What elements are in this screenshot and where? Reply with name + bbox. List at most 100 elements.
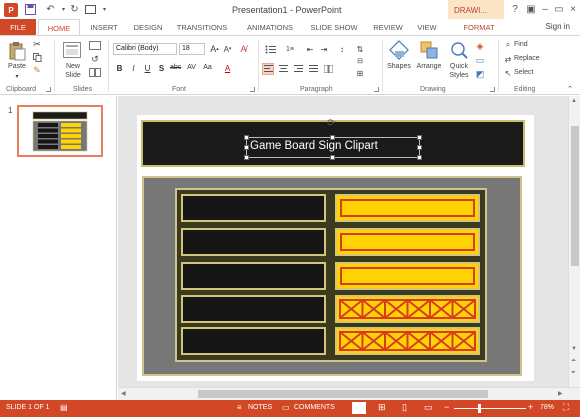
paragraph-launcher-icon[interactable] <box>374 87 379 92</box>
replace-button[interactable]: Replace <box>514 55 540 62</box>
tab-insert[interactable]: INSERT <box>84 19 124 36</box>
slide-sorter-icon[interactable]: ⊞ <box>378 402 386 413</box>
text-shadow-icon[interactable]: S <box>156 64 167 73</box>
close-button[interactable]: × <box>566 3 580 17</box>
cut-icon[interactable]: ✂ <box>32 39 42 49</box>
tab-home[interactable]: HOME <box>38 19 80 36</box>
zoom-out-icon[interactable]: − <box>444 402 449 412</box>
drawing-launcher-icon[interactable] <box>490 87 495 92</box>
scroll-down-icon[interactable]: ▼ <box>571 346 577 352</box>
comments-icon[interactable]: ▭ <box>282 403 290 412</box>
reset-icon[interactable]: ↺ <box>88 54 102 64</box>
sign-in-link[interactable]: Sign in <box>546 22 570 31</box>
character-spacing-icon[interactable]: AV <box>186 64 197 71</box>
increase-indent-icon[interactable]: ⇥ <box>318 44 330 54</box>
reading-view-icon[interactable]: ▯ <box>402 402 407 413</box>
new-slide-button[interactable]: New <box>60 63 86 70</box>
fit-slide-icon[interactable]: ⛶ <box>563 402 569 413</box>
next-slide-icon[interactable]: ⏷ <box>571 370 576 377</box>
clipboard-launcher-icon[interactable] <box>46 87 51 92</box>
resize-handle[interactable] <box>244 145 249 150</box>
select-button[interactable]: Select <box>514 69 533 76</box>
notes-button[interactable]: NOTES <box>248 404 272 411</box>
shape-outline-icon[interactable]: ▭ <box>474 55 486 65</box>
tab-slide-show[interactable]: SLIDE SHOW <box>306 19 362 36</box>
tab-review[interactable]: REVIEW <box>368 19 408 36</box>
replace-icon[interactable]: ⇄ <box>503 54 513 64</box>
font-size-select[interactable]: 18 <box>179 43 205 55</box>
zoom-in-icon[interactable]: + <box>528 402 533 412</box>
bullets-icon[interactable] <box>264 44 276 54</box>
text-direction-icon[interactable]: ⇅ <box>354 44 366 54</box>
scroll-left-icon[interactable]: ◀ <box>121 390 126 397</box>
customize-qat-icon[interactable]: ▾ <box>98 3 111 16</box>
slide-thumbnail[interactable] <box>17 105 103 157</box>
center-icon[interactable] <box>277 63 289 75</box>
paste-icon[interactable] <box>7 40 27 62</box>
shapes-icon[interactable] <box>388 39 410 61</box>
save-icon[interactable] <box>24 3 37 16</box>
shapes-button[interactable]: Shapes <box>385 63 413 70</box>
change-case-icon[interactable]: Aa <box>202 64 213 71</box>
copy-icon[interactable] <box>32 52 42 62</box>
line-spacing-icon[interactable]: ↕ <box>336 44 348 54</box>
vertical-scroll-thumb[interactable] <box>571 126 579 266</box>
spell-check-icon[interactable]: ▤ <box>60 403 68 412</box>
resize-handle[interactable] <box>417 135 422 140</box>
ribbon-display-options-icon[interactable]: ▣ <box>524 3 538 17</box>
bold-icon[interactable]: B <box>114 64 125 73</box>
resize-handle[interactable] <box>417 145 422 150</box>
font-launcher-icon[interactable] <box>250 87 255 92</box>
restore-button[interactable]: ▭ <box>552 3 566 17</box>
start-slideshow-icon[interactable] <box>84 3 97 16</box>
quick-styles-icon[interactable] <box>448 39 470 61</box>
tab-transitions[interactable]: TRANSITIONS <box>172 19 232 36</box>
slideshow-view-icon[interactable]: ▭ <box>424 402 433 413</box>
collapse-ribbon-icon[interactable]: ⌃ <box>565 85 575 93</box>
slide-count-status[interactable]: SLIDE 1 OF 1 <box>6 404 50 411</box>
scroll-right-icon[interactable]: ▶ <box>558 390 563 397</box>
decrease-indent-icon[interactable]: ⇤ <box>304 44 316 54</box>
italic-icon[interactable]: I <box>128 64 139 73</box>
arrange-icon[interactable] <box>418 39 440 61</box>
clear-formatting-icon[interactable]: A̸ <box>238 43 249 55</box>
resize-handle[interactable] <box>244 155 249 160</box>
numbering-icon[interactable]: 1≡ <box>284 44 296 54</box>
minimize-button[interactable]: – <box>538 3 552 17</box>
new-slide-icon[interactable] <box>62 40 82 60</box>
section-icon[interactable] <box>88 67 102 77</box>
underline-icon[interactable]: U <box>142 64 153 73</box>
tab-format[interactable]: FORMAT <box>458 19 500 36</box>
find-button[interactable]: Find <box>514 41 528 48</box>
zoom-level[interactable]: 78% <box>540 404 554 411</box>
paste-button[interactable]: Paste <box>6 63 28 70</box>
tab-animations[interactable]: ANIMATIONS <box>240 19 300 36</box>
font-color-icon[interactable]: A <box>222 64 233 73</box>
strikethrough-icon[interactable]: abc <box>170 64 181 71</box>
columns-icon[interactable] <box>322 63 334 75</box>
horizontal-scrollbar[interactable]: ◀ ▶ <box>118 387 580 400</box>
find-icon[interactable]: ⌕ <box>503 40 513 50</box>
smartart-icon[interactable]: ⊞ <box>354 68 366 78</box>
redo-icon[interactable]: ↻ <box>68 3 81 16</box>
zoom-slider-thumb[interactable] <box>478 404 481 413</box>
align-right-icon[interactable] <box>292 63 304 75</box>
justify-icon[interactable] <box>307 63 319 75</box>
notes-icon[interactable]: ≡ <box>237 403 242 412</box>
comments-button[interactable]: COMMENTS <box>294 404 335 411</box>
paste-dropdown-icon[interactable]: ▾ <box>12 73 22 80</box>
horizontal-scroll-thumb[interactable] <box>198 390 488 398</box>
resize-handle[interactable] <box>330 155 335 160</box>
zoom-slider[interactable] <box>454 408 526 409</box>
increase-font-icon[interactable]: A ▴ <box>209 43 220 55</box>
arrange-button[interactable]: Arrange <box>414 63 444 70</box>
format-painter-icon[interactable]: ✎ <box>32 65 42 75</box>
tab-design[interactable]: DESIGN <box>128 19 168 36</box>
tab-view[interactable]: VIEW <box>412 19 442 36</box>
layout-icon[interactable] <box>88 40 102 50</box>
resize-handle[interactable] <box>417 155 422 160</box>
align-text-icon[interactable]: ⊟ <box>354 56 366 66</box>
normal-view-icon[interactable] <box>352 402 366 414</box>
previous-slide-icon[interactable]: ⏶ <box>571 358 576 365</box>
align-left-icon[interactable] <box>262 63 274 75</box>
